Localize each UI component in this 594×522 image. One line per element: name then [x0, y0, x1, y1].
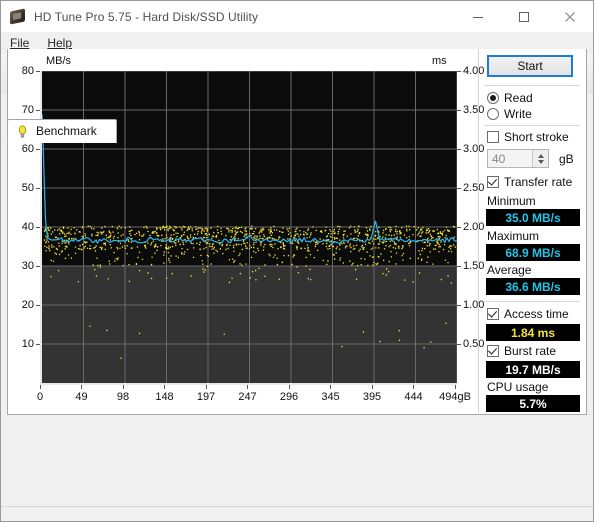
x-tick-mark: [122, 385, 124, 389]
start-button[interactable]: Start: [487, 55, 573, 77]
y-tick-label: 80: [21, 65, 34, 77]
short-stroke-stepper[interactable]: 40: [487, 149, 549, 168]
radio-read-icon: [487, 92, 499, 104]
menu-file-label: File: [10, 36, 30, 50]
tab-benchmark[interactable]: Benchmark: [7, 119, 117, 143]
x-tick-label: 494gB: [439, 391, 471, 403]
maximum-value: 68.9 MB/s: [486, 244, 580, 261]
status-bar: [1, 506, 593, 521]
radio-read[interactable]: Read: [487, 91, 533, 105]
radio-read-label: Read: [504, 91, 533, 105]
minimum-value: 35.0 MB/s: [486, 209, 580, 226]
hd-tune-window: HD Tune Pro 5.75 - Hard Disk/SSD Utility…: [0, 0, 594, 522]
minimize-icon[interactable]: [455, 1, 501, 32]
x-tick-label: 247: [238, 391, 257, 403]
close-icon[interactable]: [547, 1, 593, 32]
y-tick-label: 10: [21, 338, 34, 350]
harddisk-icon: [10, 7, 26, 25]
benchmark-chart: MB/s ms 10 20 30 40 50 60 70 80 0.50 1.00 1.50 2.0…: [8, 49, 485, 413]
transfer-rate-checkbox-icon: [487, 176, 499, 188]
access-time-label: Access time: [504, 307, 569, 321]
burst-rate-value: 19.7 MB/s: [486, 361, 580, 378]
x-tick-mark: [81, 385, 82, 389]
x-tick-mark: [164, 385, 165, 389]
x-tick-mark: [205, 385, 207, 389]
y-tick-label: 60: [21, 143, 34, 155]
y-tick-label: 40: [21, 221, 34, 233]
burst-rate-label: Burst rate: [504, 344, 557, 358]
checkbox-short-stroke[interactable]: Short stroke: [487, 130, 569, 144]
title-bar: HD Tune Pro 5.75 - Hard Disk/SSD Utility: [1, 1, 593, 32]
x-tick-label: 98: [116, 391, 130, 403]
average-label: Average: [487, 263, 532, 277]
short-stroke-spin-buttons[interactable]: [532, 150, 548, 167]
burst-rate-checkbox-icon: [487, 345, 499, 357]
y-tick-label: 20: [21, 299, 34, 311]
x-tick-label: 197: [196, 391, 216, 403]
x-tick-label: 0: [36, 391, 44, 403]
x-tick-mark: [371, 385, 373, 389]
cpu-usage-value: 5.7%: [486, 395, 580, 412]
x-tick-mark: [247, 385, 248, 389]
window-title: HD Tune Pro 5.75 - Hard Disk/SSD Utility: [34, 9, 259, 24]
checkbox-access-time[interactable]: Access time: [487, 307, 569, 321]
lightbulb-icon: [15, 124, 30, 139]
y-tick-label: 70: [21, 104, 34, 116]
x-tick-mark: [330, 385, 331, 389]
x-tick-mark: [454, 385, 456, 389]
x-tick-mark: [39, 385, 41, 389]
menu-help-label: Help: [47, 36, 73, 50]
minimum-label: Minimum: [487, 194, 536, 208]
benchmark-options-panel: Start Read Write Short stroke 40 gB Tran…: [478, 49, 587, 413]
transfer-rate-label: Transfer rate: [504, 175, 573, 189]
short-stroke-value: 40: [492, 151, 506, 166]
x-tick-label: 296: [279, 391, 299, 403]
benchmark-panel: MB/s ms 10 20 30 40 50 60 70 80 0.50 1.00 1.50 2.0…: [7, 49, 587, 415]
y-tick-label: 30: [21, 260, 34, 272]
short-stroke-checkbox-icon: [487, 131, 499, 143]
maximum-label: Maximum: [487, 229, 540, 243]
x-tick-label: 148: [155, 391, 174, 403]
checkbox-burst-rate[interactable]: Burst rate: [487, 344, 556, 358]
x-tick-label: 395: [362, 391, 382, 403]
access-time-checkbox-icon: [487, 308, 499, 320]
x-tick-label: 345: [321, 391, 340, 403]
short-stroke-label: Short stroke: [504, 130, 569, 144]
maximize-icon[interactable]: [501, 1, 547, 32]
x-tick-mark: [288, 385, 290, 389]
checkbox-transfer-rate[interactable]: Transfer rate: [487, 175, 572, 189]
access-time-value: 1.84 ms: [486, 324, 580, 341]
x-tick-label: 444: [404, 391, 423, 403]
cpu-usage-label: CPU usage: [487, 380, 549, 394]
radio-write-icon: [487, 108, 499, 120]
window-controls: [455, 1, 593, 32]
chart-ylabel: MB/s: [46, 55, 72, 67]
average-value: 36.6 MB/s: [486, 278, 580, 295]
short-stroke-unit: gB: [559, 152, 574, 166]
chart-y2label: ms: [432, 55, 447, 67]
x-tick-label: 49: [75, 391, 88, 403]
tab-benchmark-label: Benchmark: [36, 124, 97, 138]
radio-write[interactable]: Write: [487, 107, 532, 121]
y-tick-label: 50: [21, 182, 34, 194]
radio-write-label: Write: [504, 107, 532, 121]
x-tick-mark: [413, 385, 414, 389]
